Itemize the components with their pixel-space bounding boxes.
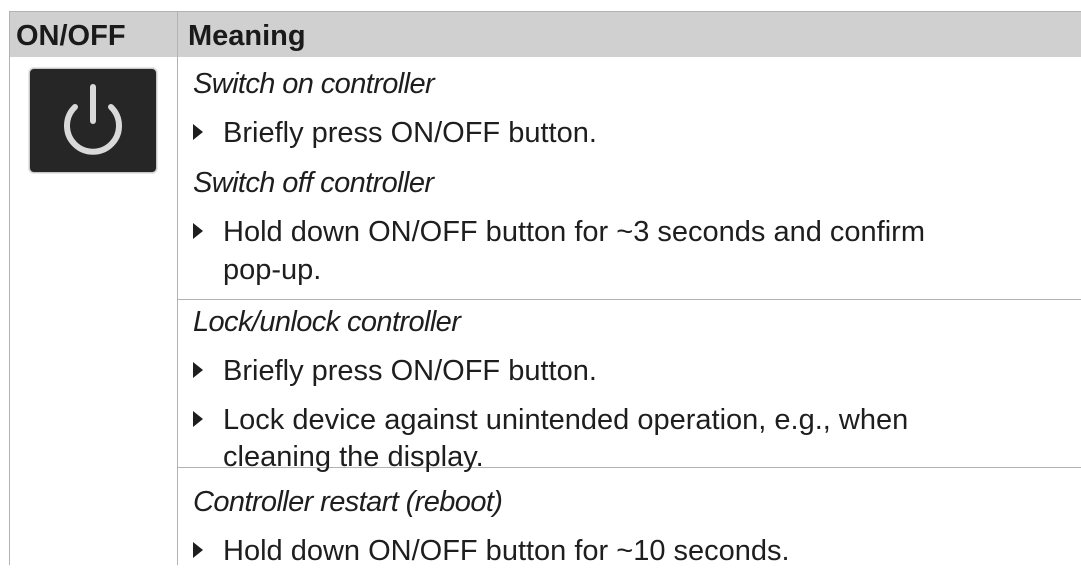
step-item: Hold down ON/OFF button for ~10 seconds. — [193, 534, 790, 568]
step-text: Lock device against unintended operation… — [223, 404, 909, 436]
table-header: ON/OFF Meaning — [9, 11, 1081, 57]
bullet-arrow-icon — [193, 411, 203, 427]
bullet-arrow-icon — [193, 362, 203, 378]
step-continuation: cleaning the display. — [223, 441, 484, 473]
power-button — [29, 68, 157, 173]
header-on-off: ON/OFF — [16, 20, 126, 52]
bullet-arrow-icon — [193, 542, 203, 558]
step-item: Lock device against unintended operation… — [193, 403, 908, 437]
table-left-border — [9, 11, 10, 565]
meaning-table: ON/OFF Meaning Switch on controller Brie… — [9, 11, 1081, 568]
power-icon — [64, 84, 122, 155]
section-title-switch-off: Switch off controller — [193, 167, 434, 199]
bullet-arrow-icon — [193, 223, 203, 239]
header-meaning: Meaning — [188, 20, 306, 52]
step-continuation: pop-up. — [223, 254, 322, 286]
step-text: Briefly press ON/OFF button. — [223, 355, 597, 387]
row-divider — [177, 299, 1081, 300]
column-divider — [177, 11, 178, 565]
bullet-arrow-icon — [193, 124, 203, 140]
step-item: Briefly press ON/OFF button. — [193, 354, 597, 388]
section-title-restart: Controller restart (reboot) — [193, 486, 503, 518]
step-item: Briefly press ON/OFF button. — [193, 116, 597, 150]
step-text: Hold down ON/OFF button for ~10 seconds. — [223, 535, 790, 567]
section-title-switch-on: Switch on controller — [193, 68, 435, 100]
step-text: Hold down ON/OFF button for ~3 seconds a… — [223, 216, 925, 248]
step-item: Hold down ON/OFF button for ~3 seconds a… — [193, 215, 925, 249]
step-text: Briefly press ON/OFF button. — [223, 117, 597, 149]
section-title-lock-unlock: Lock/unlock controller — [193, 306, 461, 338]
